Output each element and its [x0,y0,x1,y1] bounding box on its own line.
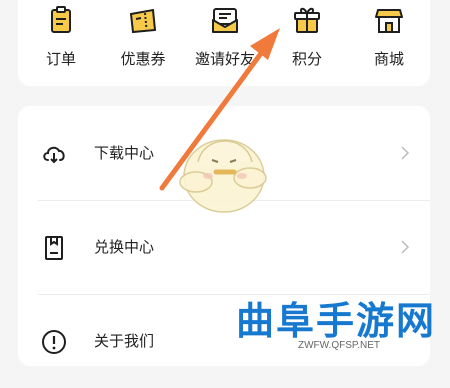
gift-icon [294,7,320,33]
quick-action-label: 商城 [373,50,404,68]
quick-action-label: 邀请好友 [194,50,255,68]
quick-action-label: 积分 [291,50,322,68]
quick-action-points[interactable]: 积分 [272,0,342,86]
quick-action-coupons[interactable]: 优惠券 [108,0,178,86]
menu-item-label: 下载中心 [94,144,155,162]
quick-action-invite[interactable]: 邀请好友 [190,0,260,86]
chevron-right-icon [401,146,410,160]
store-icon [375,9,403,33]
clipboard-icon [51,6,71,33]
menu-item-label: 关于我们 [94,332,155,350]
envelope-icon [212,8,238,33]
info-icon [42,330,66,354]
menu-item-label: 兑换中心 [94,238,155,256]
watermark-logo: 曲阜手游网 [236,299,437,343]
cloud-download-icon [43,146,65,164]
quick-action-orders[interactable]: 订单 [26,0,96,86]
chevron-right-icon [401,240,410,254]
redeem-icon [45,236,63,260]
mascot-illustration [179,139,267,213]
quick-action-mall[interactable]: 商城 [354,0,424,86]
quick-action-label: 订单 [45,50,76,68]
quick-actions-card: 订单 优惠券 邀请好友 积分 商城 [18,0,430,86]
ticket-icon [129,8,157,34]
quick-action-label: 优惠券 [120,50,166,68]
watermark-url: ZWFW.QFSP.NET [298,340,381,351]
